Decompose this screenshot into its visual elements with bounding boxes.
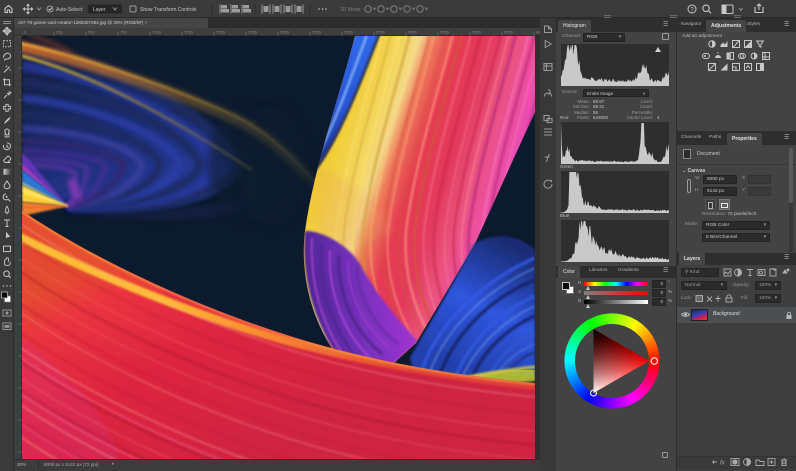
- svg-text:3500: 3500: [472, 30, 482, 35]
- svg-text:2500: 2500: [344, 30, 354, 35]
- svg-text:1500: 1500: [216, 30, 226, 35]
- svg-text:2750: 2750: [376, 30, 386, 35]
- svg-text:1000: 1000: [152, 30, 162, 35]
- svg-text:1250: 1250: [184, 30, 194, 35]
- svg-text:3750: 3750: [504, 30, 514, 35]
- svg-text:Auto-Select:: Auto-Select:: [56, 7, 83, 13]
- svg-text:1750: 1750: [248, 30, 258, 35]
- svg-text:750: 750: [120, 30, 127, 35]
- svg-text:2250: 2250: [312, 30, 322, 35]
- svg-text:Layer: Layer: [93, 7, 106, 13]
- svg-text:3000: 3000: [408, 30, 418, 35]
- svg-text:500: 500: [88, 30, 95, 35]
- svg-text:0: 0: [24, 30, 27, 35]
- svg-text:fx: fx: [720, 461, 726, 467]
- svg-text:3D Mode:: 3D Mode:: [340, 7, 362, 13]
- svg-text:250: 250: [56, 30, 63, 35]
- svg-text:2000: 2000: [280, 30, 290, 35]
- svg-text:Show Transform Controls: Show Transform Controls: [140, 7, 197, 13]
- svg-text:3250: 3250: [440, 30, 450, 35]
